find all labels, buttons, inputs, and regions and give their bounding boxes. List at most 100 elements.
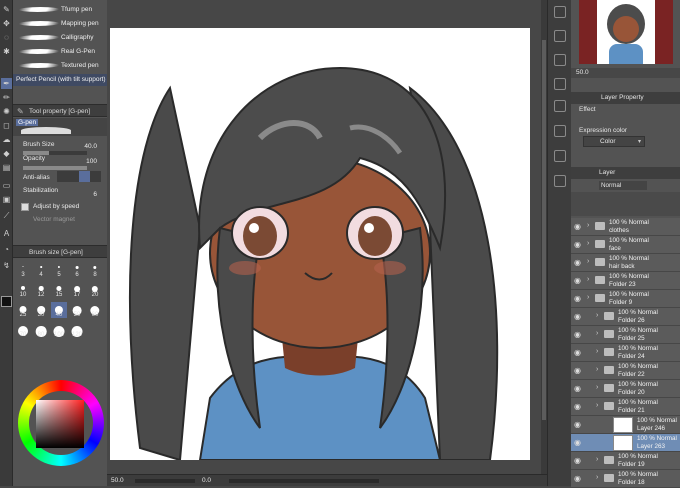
brush-size-cell[interactable]: 60 [87, 302, 103, 318]
layer-folder-row[interactable]: ◉ › 100 % Normal hair back [571, 254, 680, 272]
eye-icon[interactable]: ◉ [574, 312, 583, 321]
drawing-canvas[interactable] [110, 28, 530, 460]
expression-color-select[interactable]: Color ▾ [583, 136, 645, 147]
brush-size-value[interactable]: 40.0 [84, 143, 97, 150]
figure-tool-icon[interactable]: ▭ [1, 180, 12, 191]
brush-size-cell[interactable]: 4 [33, 262, 49, 278]
brush-item[interactable]: Real G-Pen [13, 46, 107, 58]
status-zoom[interactable]: 50.0 [111, 477, 124, 484]
eye-icon[interactable]: ◉ [574, 366, 583, 375]
brush-size-cell[interactable]: 15 [51, 282, 67, 298]
info-icon[interactable] [554, 54, 566, 66]
brush-size-cell[interactable]: 3 [15, 262, 31, 278]
navigator-thumbnail[interactable] [579, 0, 673, 64]
text-tool-icon[interactable]: A [1, 228, 12, 239]
chevron-right-icon[interactable]: › [587, 276, 589, 283]
brush-item[interactable]: Textured pen [13, 60, 107, 72]
zoom-slider[interactable] [135, 479, 195, 483]
fill-tool-icon[interactable]: ◆ [1, 148, 12, 159]
layer-folder-row[interactable]: ◉ › 100 % Normal Folder 18 [571, 470, 680, 488]
chevron-right-icon[interactable]: › [596, 330, 598, 337]
layer-folder-row[interactable]: ◉ › 100 % Normal Folder 20 [571, 380, 680, 398]
layer-folder-row[interactable]: ◉ › 100 % Normal Folder 23 [571, 272, 680, 290]
layer-row[interactable]: ◉ 100 % Normal Layer 246 [571, 416, 680, 434]
brush-size-cell[interactable]: 70 [15, 322, 31, 338]
opacity-value[interactable]: 100 [86, 158, 97, 165]
eye-icon[interactable]: ◉ [574, 258, 583, 267]
chevron-right-icon[interactable]: › [596, 456, 598, 463]
main-color-swatch[interactable] [1, 296, 12, 307]
eye-icon[interactable]: ◉ [574, 294, 583, 303]
wand-tool-icon[interactable]: ✱ [1, 46, 12, 57]
opacity-slider[interactable] [23, 166, 87, 170]
navigator-zoom[interactable]: 50.0 [576, 69, 589, 76]
brush-item[interactable]: Mapping pen [13, 18, 107, 30]
brush-size-cell[interactable]: 50 [69, 302, 85, 318]
chevron-right-icon[interactable]: › [596, 366, 598, 373]
layer-row[interactable]: ◉ 100 % Normal Layer 263 [571, 434, 680, 452]
saturation-value-square[interactable] [36, 400, 84, 448]
material-icon[interactable] [554, 150, 566, 162]
chevron-right-icon[interactable]: › [587, 240, 589, 247]
chevron-right-icon[interactable]: › [596, 474, 598, 481]
layer-folder-row[interactable]: ◉ › 100 % Normal Folder 9 [571, 290, 680, 308]
layer-folder-row[interactable]: ◉ › 100 % Normal Folder 21 [571, 398, 680, 416]
balloon-tool-icon[interactable]: ◔ [1, 244, 12, 255]
chevron-right-icon[interactable]: › [596, 384, 598, 391]
eye-icon[interactable]: ◉ [574, 240, 583, 249]
brush-size-cell[interactable]: 40 [51, 302, 67, 318]
blend-mode-select[interactable]: Normal [599, 181, 647, 190]
adjust-speed-checkbox[interactable] [21, 203, 29, 211]
stabilization-value[interactable]: 6 [93, 191, 97, 198]
antialias-selector[interactable] [57, 171, 101, 182]
brush-size-cell[interactable]: 12 [33, 282, 49, 298]
chevron-right-icon[interactable]: › [587, 258, 589, 265]
brush-size-cell[interactable]: 30 [33, 302, 49, 318]
eye-icon[interactable]: ◉ [574, 474, 583, 483]
eye-icon[interactable]: ◉ [574, 348, 583, 357]
eye-icon[interactable]: ◉ [574, 330, 583, 339]
layer-folder-row[interactable]: ◉ › 100 % Normal Folder 25 [571, 326, 680, 344]
brush-size-cell[interactable]: 100 [51, 322, 67, 338]
brush-size-cell[interactable]: 20 [87, 282, 103, 298]
brush-item[interactable]: Calligraphy [13, 32, 107, 44]
brush-size-cell[interactable]: 10 [15, 282, 31, 298]
frame-tool-icon[interactable]: ▣ [1, 194, 12, 205]
ruler-tool-icon[interactable]: ⟋ [1, 210, 12, 221]
chevron-right-icon[interactable]: › [596, 402, 598, 409]
chevron-right-icon[interactable]: › [596, 348, 598, 355]
eye-icon[interactable]: ◉ [574, 456, 583, 465]
brush-size-cell[interactable]: 5 [51, 262, 67, 278]
pen-tool-icon[interactable]: ✎ [1, 4, 12, 15]
brush-size-cell[interactable]: 120 [69, 322, 85, 338]
eye-icon[interactable]: ◉ [574, 276, 583, 285]
brush-size-cell[interactable]: 6 [69, 262, 85, 278]
search-layer-icon[interactable] [554, 125, 566, 137]
airbrush-tool-icon[interactable]: ✺ [1, 106, 12, 117]
status-rotation[interactable]: 0.0 [202, 477, 211, 484]
gradient-tool-icon[interactable]: ▤ [1, 162, 12, 173]
brush-size-cell[interactable]: 17 [69, 282, 85, 298]
chevron-right-icon[interactable]: › [587, 294, 589, 301]
correct-line-tool-icon[interactable]: ↯ [1, 260, 12, 271]
chevron-right-icon[interactable]: › [596, 312, 598, 319]
brush-size-cell[interactable]: 8 [87, 262, 103, 278]
navigator-icon[interactable] [554, 6, 566, 18]
layers-icon[interactable] [554, 175, 566, 187]
eye-icon[interactable]: ◉ [574, 438, 583, 447]
brush-size-cell[interactable]: 25 [15, 302, 31, 318]
select-tool-icon[interactable]: ◌ [1, 32, 12, 43]
chevron-right-icon[interactable]: › [587, 222, 589, 229]
subview-icon[interactable] [554, 30, 566, 42]
layer-folder-row[interactable]: ◉ › 100 % Normal Folder 19 [571, 452, 680, 470]
history-icon[interactable] [554, 78, 566, 90]
layer-folder-row[interactable]: ◉ › 100 % Normal Folder 26 [571, 308, 680, 326]
blend-tool-icon[interactable]: ☁ [1, 134, 12, 145]
layer-folder-row[interactable]: ◉ › 100 % Normal Folder 22 [571, 362, 680, 380]
layer-folder-row[interactable]: ◉ › 100 % Normal face [571, 236, 680, 254]
eye-icon[interactable]: ◉ [574, 222, 583, 231]
eraser-tool-icon[interactable]: ◻ [1, 120, 12, 131]
brush-tool-icon[interactable]: ✏ [1, 92, 12, 103]
layer-folder-row[interactable]: ◉ › 100 % Normal Folder 24 [571, 344, 680, 362]
eye-icon[interactable]: ◉ [574, 402, 583, 411]
